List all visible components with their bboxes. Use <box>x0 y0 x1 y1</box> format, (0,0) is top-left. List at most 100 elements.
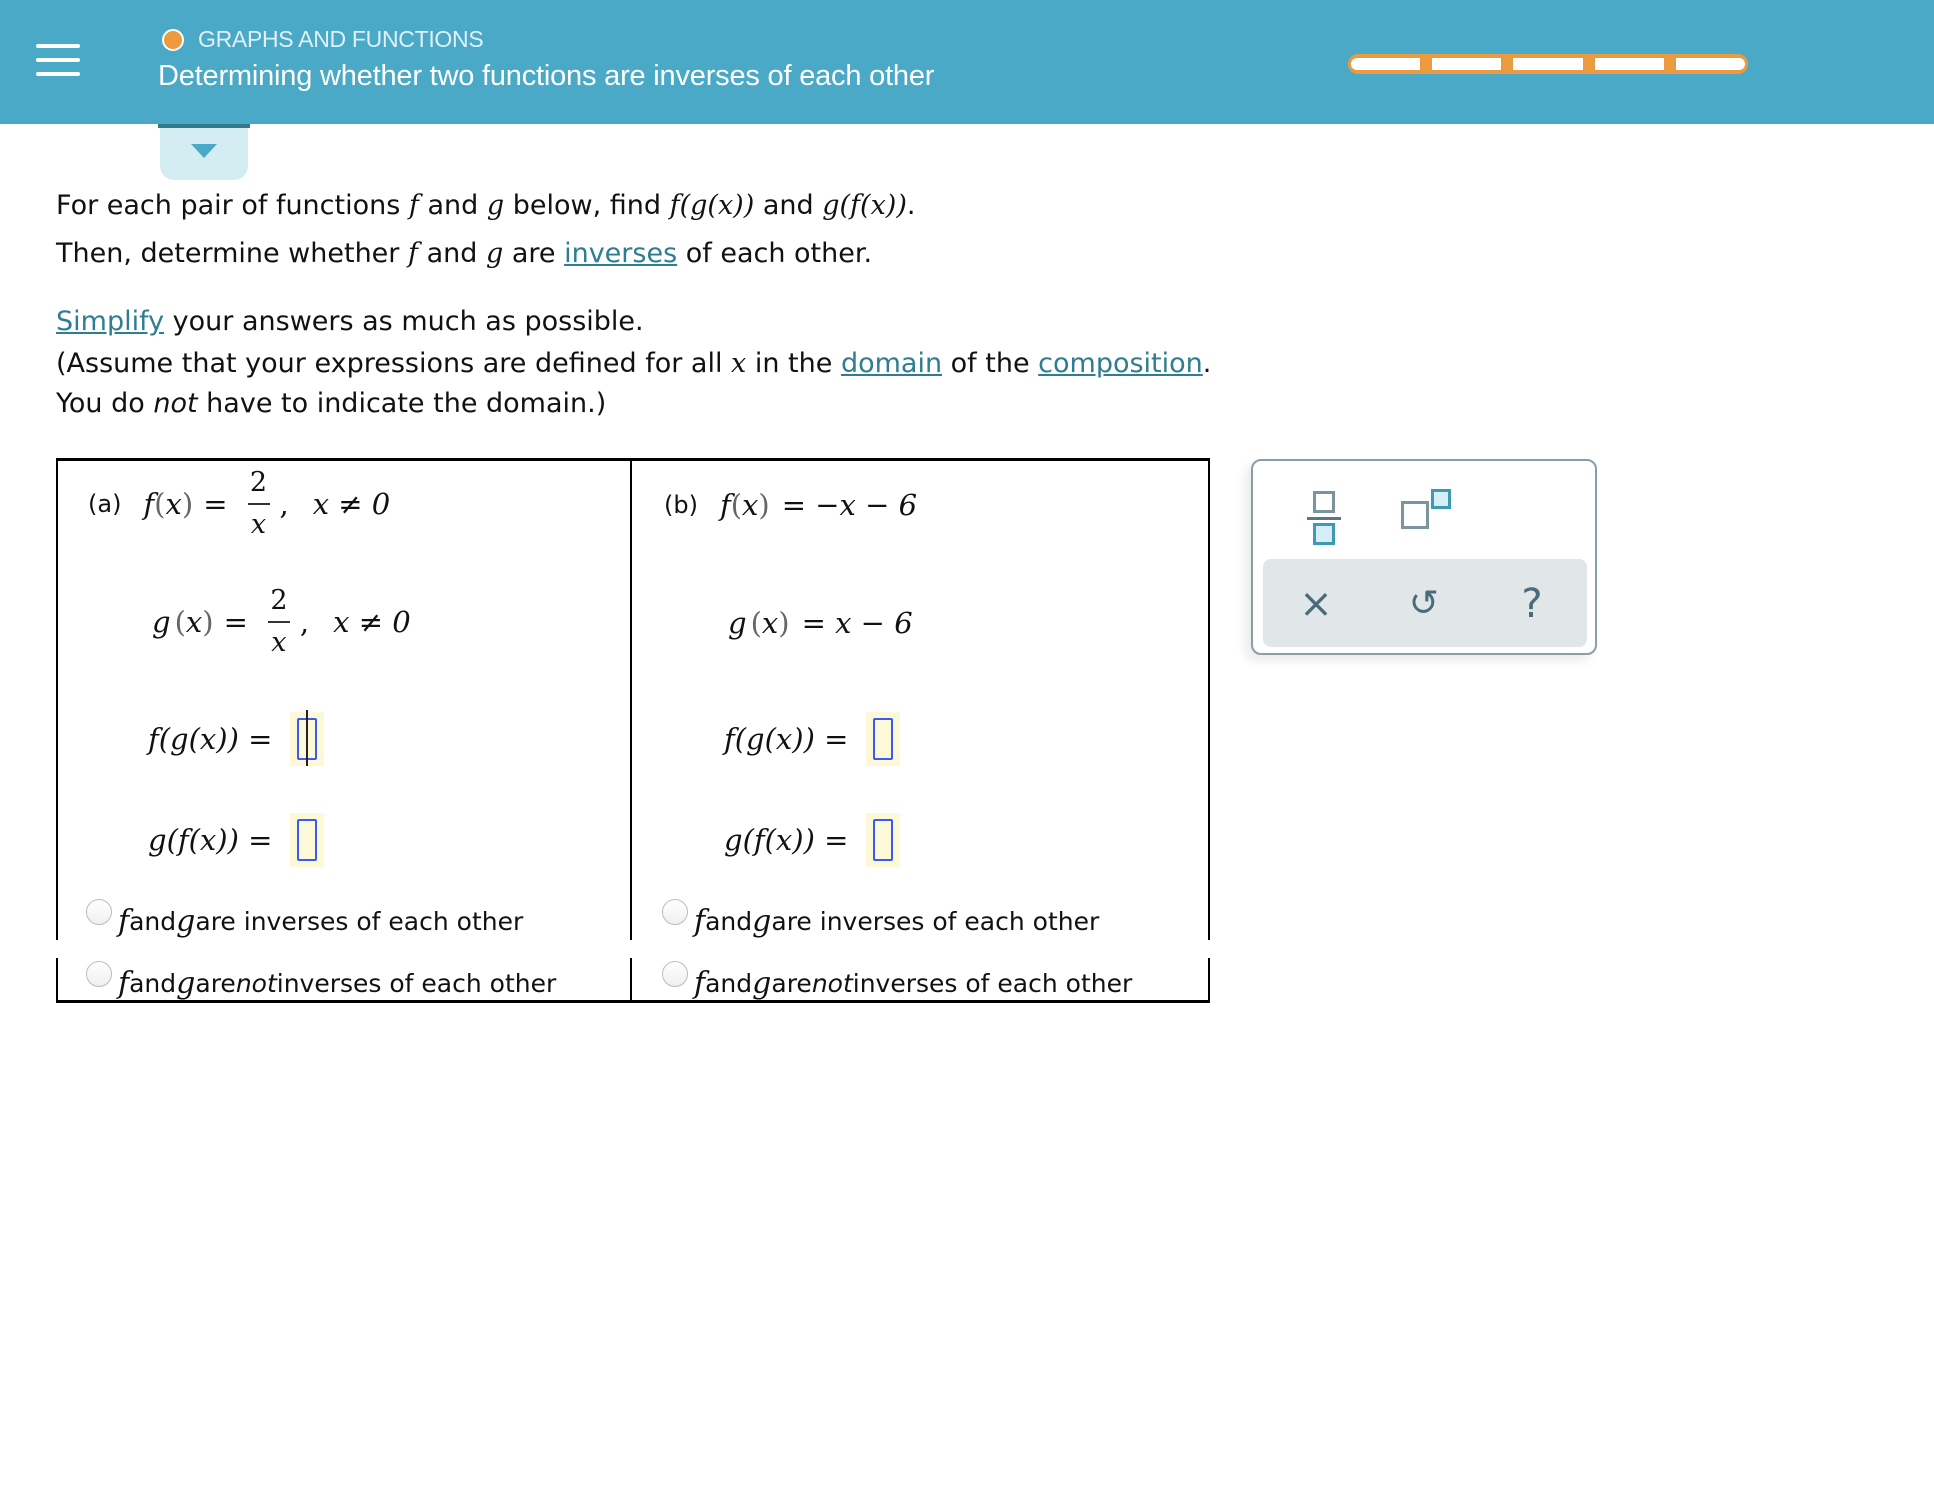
math-f-of-g: f(g(x)) <box>669 190 755 221</box>
text: below, find <box>504 190 670 221</box>
exponent-button[interactable] <box>1391 483 1461 543</box>
instruction-line-3: Simplify your answers as much as possibl… <box>56 306 644 337</box>
text: and <box>705 907 753 936</box>
toggle-bar <box>158 124 250 128</box>
text: of each other. <box>677 238 873 269</box>
denominator: x <box>250 508 267 540</box>
part-b-option-inverse[interactable]: f and g are inverses of each other <box>662 898 1100 939</box>
text: of the <box>942 348 1039 379</box>
text: and <box>705 969 753 998</box>
math-g: g <box>152 604 171 639</box>
math-f: f <box>143 486 155 521</box>
caret-down-icon <box>191 144 217 158</box>
math-f: f <box>407 238 418 269</box>
paren: ) <box>778 606 790 640</box>
table-divider <box>630 958 632 1003</box>
emphasis: not <box>811 969 853 998</box>
radio-button[interactable] <box>662 898 688 925</box>
text: inverses of each other <box>276 969 557 998</box>
part-b-g-definition: g(x) = x − 6 <box>728 606 913 640</box>
part-a-g-of-f-input[interactable] <box>290 813 325 867</box>
comma: , <box>299 604 310 639</box>
math-g: g <box>176 966 196 1001</box>
math-f: f <box>694 904 706 939</box>
math-g: g <box>485 238 504 269</box>
domain-condition: x ≠ 0 <box>333 604 411 639</box>
inverses-link[interactable]: inverses <box>564 238 677 269</box>
text: (Assume that your expressions are define… <box>56 348 732 379</box>
progress-segment <box>1513 58 1583 70</box>
text: Then, determine whether <box>56 238 408 269</box>
math-f: f <box>118 966 130 1001</box>
radio-button[interactable] <box>662 960 688 987</box>
fraction-bar <box>247 502 270 505</box>
numerator: 2 <box>270 585 288 616</box>
part-a-option-not-inverse[interactable]: f and g are not inverses of each other <box>86 960 557 1001</box>
progress-bar <box>1348 54 1748 74</box>
g-of-f-label: g(f(x)) = <box>724 823 849 857</box>
table-border <box>1208 958 1210 1003</box>
text: and <box>418 190 487 221</box>
text: are <box>503 238 565 269</box>
equals-sign: = <box>203 486 228 521</box>
part-a-option-inverse[interactable]: f and g are inverses of each other <box>86 898 524 939</box>
emphasis: not <box>153 388 198 419</box>
part-a-g-definition: g(x) = 2x , x ≠ 0 <box>152 586 411 657</box>
paren: ( <box>750 606 762 640</box>
text: your answers as much as possible. <box>164 306 644 337</box>
topic-status-icon <box>162 29 184 51</box>
text: inverses of each other <box>852 969 1133 998</box>
radio-button[interactable] <box>86 898 112 925</box>
composition-link[interactable]: composition <box>1038 348 1203 379</box>
part-b-option-not-inverse[interactable]: f and g are not inverses of each other <box>662 960 1133 1001</box>
domain-link[interactable]: domain <box>841 348 942 379</box>
help-icon[interactable]: ? <box>1507 579 1557 629</box>
table-border <box>1208 458 1210 940</box>
emphasis: not <box>235 969 277 998</box>
math-g: g <box>728 606 747 640</box>
part-b-f-of-g-row: f(g(x)) = <box>724 712 901 766</box>
fraction: 2x <box>247 468 270 540</box>
math-f: f <box>694 966 706 1001</box>
undo-icon[interactable]: ↺ <box>1399 579 1449 629</box>
math-f: f <box>719 488 731 522</box>
denominator-box-icon <box>1313 523 1335 545</box>
clear-icon[interactable]: × <box>1291 579 1341 629</box>
text: and <box>417 238 486 269</box>
expand-toggle-button[interactable] <box>158 124 250 180</box>
fraction-button[interactable] <box>1297 483 1357 545</box>
math-x: x <box>742 488 759 522</box>
math-g: g <box>176 904 196 939</box>
denominator: x <box>271 626 287 658</box>
palette-actions: × ↺ ? <box>1263 559 1587 647</box>
part-b-f-of-g-input[interactable] <box>866 712 901 766</box>
text: . <box>906 190 916 221</box>
comma: , <box>279 486 289 521</box>
math-g: g <box>752 904 772 939</box>
fraction: 2x <box>267 585 290 658</box>
paren: ( <box>730 488 743 522</box>
part-b-g-of-f-input[interactable] <box>866 813 901 867</box>
simplify-link[interactable]: Simplify <box>56 306 164 337</box>
text: are inverses of each other <box>195 907 524 936</box>
table-divider <box>630 458 632 940</box>
part-a-g-of-f-row: g(f(x)) = <box>148 813 325 867</box>
math-f: f <box>408 190 419 221</box>
text: For each pair of functions <box>56 190 409 221</box>
text: are <box>771 969 812 998</box>
part-a-f-of-g-input[interactable] <box>290 710 325 766</box>
text: and <box>129 969 177 998</box>
hamburger-icon[interactable] <box>36 44 80 76</box>
text: have to indicate the domain.) <box>197 388 607 419</box>
paren: ) <box>202 604 214 639</box>
text: You do <box>56 388 154 419</box>
paren: ( <box>174 604 186 639</box>
part-b-g-of-f-row: g(f(x)) = <box>724 813 901 867</box>
paren: ) <box>758 488 770 522</box>
math-x: x <box>165 486 182 521</box>
text: are inverses of each other <box>771 907 1100 936</box>
radio-button[interactable] <box>86 960 112 987</box>
top-bar: GRAPHS AND FUNCTIONS Determining whether… <box>0 0 1934 124</box>
part-a-f-definition: (a) f(x) = 2x , x ≠ 0 <box>88 468 390 539</box>
math-palette: × ↺ ? <box>1251 459 1597 655</box>
